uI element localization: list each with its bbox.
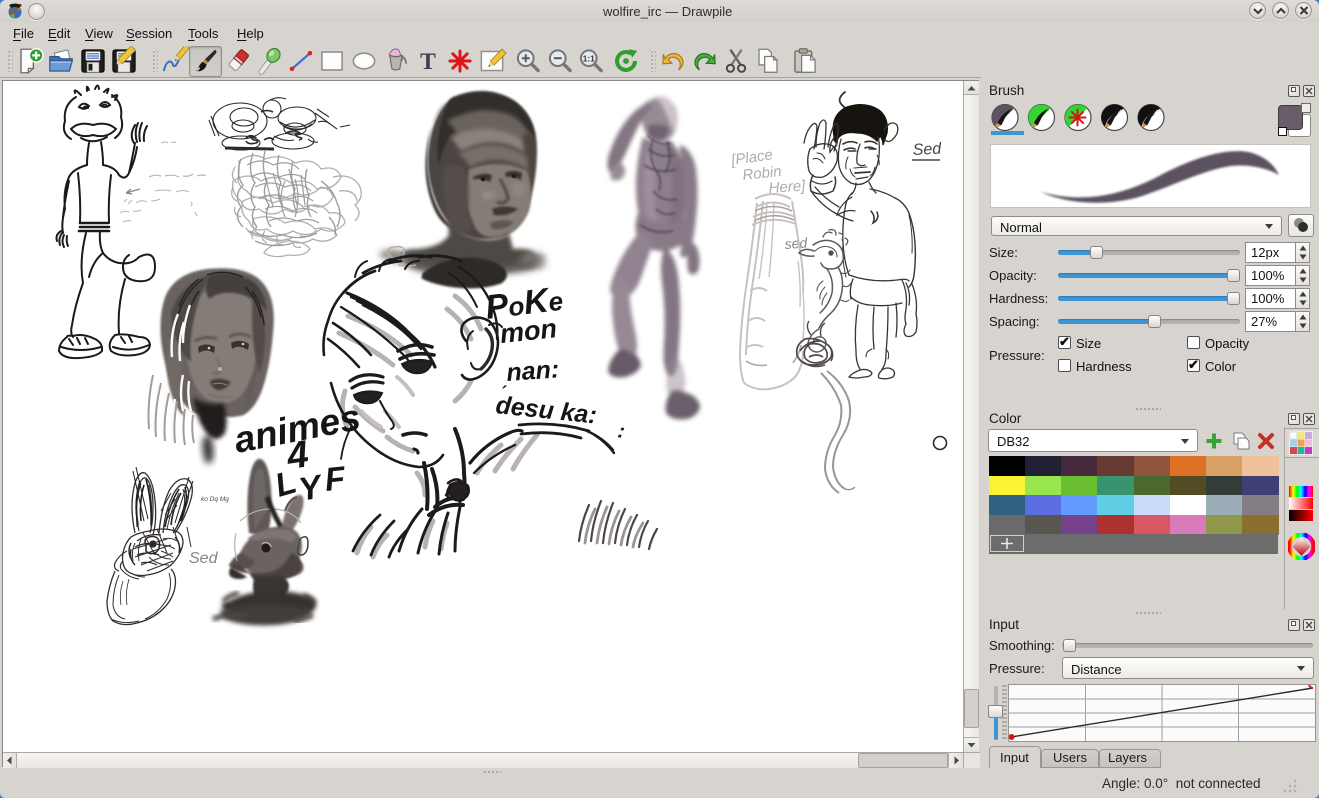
svg-text:Sed: Sed bbox=[912, 140, 942, 159]
svg-text:desu ka:: desu ka: bbox=[494, 391, 598, 429]
svg-text:F: F bbox=[323, 459, 348, 498]
svg-text:ko Dq Mg: ko Dq Mg bbox=[201, 496, 229, 503]
svg-text:´: ´ bbox=[500, 383, 507, 403]
svg-text:Sed: Sed bbox=[189, 550, 219, 567]
svg-text:T: T bbox=[420, 49, 436, 75]
svg-text:mon: mon bbox=[498, 313, 558, 349]
svg-text:1:1: 1:1 bbox=[583, 54, 595, 64]
svg-text::: : bbox=[616, 420, 626, 443]
svg-text:nan:: nan: bbox=[505, 355, 560, 387]
